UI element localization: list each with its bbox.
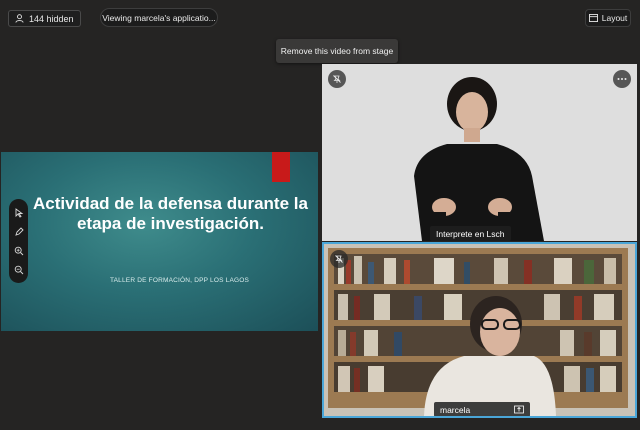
video-tile-interpreter[interactable]: Interprete en Lsch (322, 64, 637, 241)
slide-subtitle: TALLER DE FORMACIÓN, DPP LOS LAGOS (109, 277, 250, 284)
tooltip-text: Remove this video from stage (280, 46, 394, 56)
unpin-video-button[interactable] (330, 250, 348, 268)
more-options-button[interactable] (613, 70, 631, 88)
marcela-video-feed (324, 244, 635, 416)
participant-name-tag: marcela (434, 402, 530, 416)
shared-slide[interactable]: Actividad de la defensa durante la etapa… (1, 152, 318, 331)
more-options-icon (617, 78, 627, 80)
pointer-icon[interactable] (13, 207, 25, 219)
unpin-video-button[interactable] (328, 70, 346, 88)
participant-name: marcela (440, 404, 471, 415)
pen-icon[interactable] (13, 226, 25, 238)
participant-name-tag: Interprete en Lsch (430, 226, 511, 241)
layout-label: Layout (601, 13, 628, 23)
slide-toolbar (9, 199, 28, 283)
participant-name: Interprete en Lsch (436, 228, 505, 239)
hidden-participants-button[interactable]: 144 hidden (8, 10, 81, 27)
zoom-in-icon[interactable] (13, 245, 25, 257)
zoom-out-icon[interactable] (13, 264, 25, 276)
hidden-count-label: 144 hidden (29, 13, 74, 24)
layout-icon (588, 14, 598, 22)
slide-title: Actividad de la defensa durante la etapa… (33, 194, 308, 233)
slide-accent-bar (272, 152, 290, 182)
interpreter-video-feed (322, 64, 637, 241)
share-screen-icon (514, 405, 524, 414)
viewing-share-indicator[interactable]: Viewing marcela's applicatio... (100, 8, 218, 27)
person-icon (15, 14, 24, 23)
unpin-icon (333, 75, 341, 83)
tooltip: Remove this video from stage (276, 39, 398, 63)
unpin-icon (335, 255, 343, 263)
layout-button[interactable]: Layout (585, 9, 631, 27)
video-tile-marcela[interactable]: marcela (322, 242, 637, 418)
viewing-label: Viewing marcela's applicatio... (102, 12, 216, 23)
